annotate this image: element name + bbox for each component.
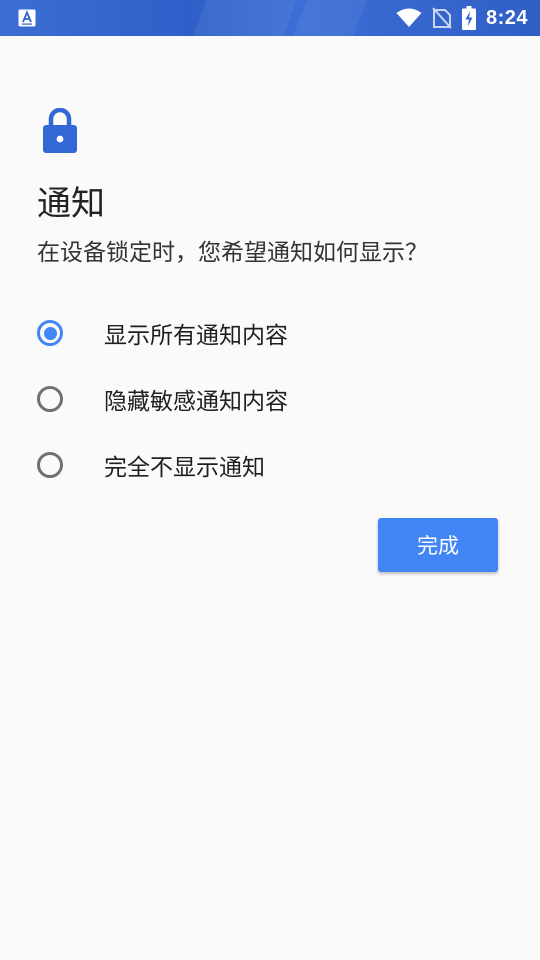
status-time: 8:24 <box>485 6 528 29</box>
page-subtitle: 在设备锁定时，您希望通知如何显示？ <box>37 240 428 266</box>
option-hide-sensitive[interactable]: 隐藏敏感通知内容 <box>0 366 540 432</box>
radio-button-checked[interactable] <box>37 320 63 346</box>
page-title: 通知 <box>37 184 105 224</box>
radio-button[interactable] <box>37 386 63 412</box>
no-sim-icon <box>432 7 452 29</box>
status-icons: 8:24 <box>396 0 528 36</box>
status-bar: 8:24 <box>0 0 540 36</box>
option-label: 显示所有通知内容 <box>104 323 288 349</box>
option-show-all[interactable]: 显示所有通知内容 <box>0 300 540 366</box>
notification-options: 显示所有通知内容 隐藏敏感通知内容 完全不显示通知 <box>0 300 540 498</box>
done-button[interactable]: 完成 <box>378 518 498 572</box>
status-bar-shade <box>293 0 367 36</box>
lock-icon <box>43 108 77 153</box>
battery-charging-icon <box>461 6 476 30</box>
option-label: 隐藏敏感通知内容 <box>104 389 288 415</box>
wifi-icon <box>396 8 422 27</box>
option-hide-all[interactable]: 完全不显示通知 <box>0 432 540 498</box>
radio-button[interactable] <box>37 452 63 478</box>
option-label: 完全不显示通知 <box>104 455 265 481</box>
status-bar-shade <box>193 0 297 36</box>
app-notification-icon <box>18 9 36 27</box>
